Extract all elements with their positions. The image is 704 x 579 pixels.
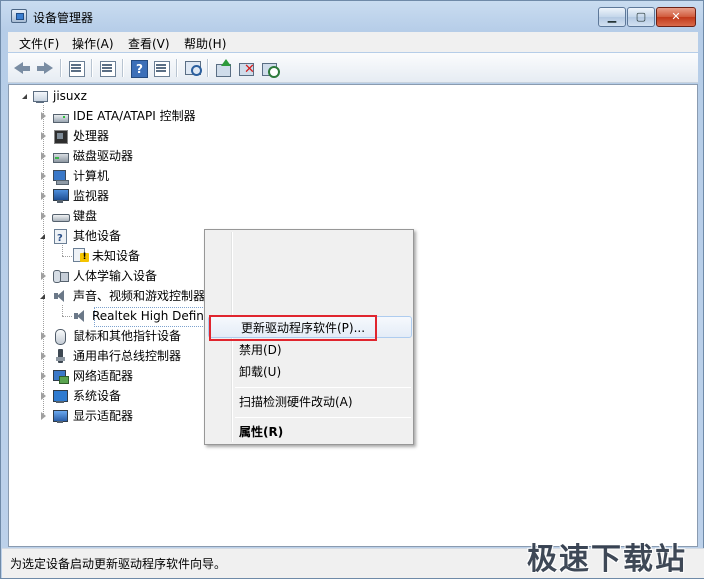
menu-separator [235,387,411,388]
tree-item-label: 人体学输入设备 [73,269,158,283]
ide-controller-icon [52,108,69,124]
hid-icon [52,268,69,284]
menu-item-label: 卸载(U) [239,365,282,379]
tree-item-ide[interactable]: IDE ATA/ATAPI 控制器 [9,106,689,126]
tree-item-label: 系统设备 [73,389,122,403]
menu-update-driver[interactable]: 更新驱动程序软件(P)... [208,315,412,341]
tree-item-label: 未知设备 [92,249,141,263]
tree-item-label: 显示适配器 [73,409,134,423]
window-title: 设备管理器 [33,11,94,25]
uninstall-icon[interactable] [236,58,256,78]
tree-item-label: 磁盘驱动器 [73,149,134,163]
collapsed-arrow-icon[interactable] [41,332,46,340]
menu-uninstall[interactable]: 卸载(U) [207,361,411,383]
menu-separator [235,417,411,418]
properties-icon[interactable] [66,58,86,78]
tree-item-monitor[interactable]: 监视器 [9,186,689,206]
minimize-button[interactable]: ▁ [598,7,626,27]
menu-disable[interactable]: 禁用(D) [207,339,411,361]
collapsed-arrow-icon[interactable] [41,412,46,420]
toolbar-separator [60,59,61,77]
back-icon[interactable] [12,58,32,78]
speaker-icon [72,308,88,324]
menu-item-label: 禁用(D) [239,343,282,357]
computer-icon [52,168,69,185]
toolbar-separator [207,59,208,77]
toolbar-separator [176,59,177,77]
tree-item-label: 键盘 [73,209,98,223]
tree-item-label: 通用串行总线控制器 [73,349,182,363]
usb-icon [52,348,68,364]
menu-view[interactable]: 查看(V) [128,35,170,52]
tree-item-computer[interactable]: 计算机 [9,166,689,186]
menu-properties[interactable]: 属性(R) [207,421,411,443]
collapsed-arrow-icon[interactable] [41,192,46,200]
collapsed-arrow-icon[interactable] [41,352,46,360]
network-adapter-icon [52,368,69,384]
system-devices-icon [52,388,68,404]
display-adapter-icon [52,408,68,424]
collapsed-arrow-icon[interactable] [41,172,46,180]
tree-item-label: 其他设备 [73,229,122,243]
tree-item-label: 计算机 [73,169,110,183]
collapsed-arrow-icon[interactable] [41,132,46,140]
list-icon[interactable] [97,58,117,78]
tree-item-label: 处理器 [73,129,110,143]
forward-icon[interactable] [35,58,55,78]
status-text: 为选定设备启动更新驱动程序软件向导。 [10,557,227,571]
tree-item-disk[interactable]: 磁盘驱动器 [9,146,689,166]
collapsed-arrow-icon[interactable] [41,112,46,120]
toolbar-separator [91,59,92,77]
tree-item-label: Realtek High Definiti [92,309,216,323]
close-button[interactable]: ✕ [656,7,696,27]
menu-bar: 文件(F) 操作(A) 查看(V) 帮助(H) [8,32,698,52]
context-menu: 更新驱动程序软件(P)... 禁用(D) 卸载(U) 扫描检测硬件改动(A) 属… [204,229,414,445]
view-icon[interactable] [151,58,171,78]
device-manager-app-icon [11,9,27,23]
title-bar[interactable]: 设备管理器 ▁ ▢ ✕ [1,1,703,31]
device-manager-window: 设备管理器 ▁ ▢ ✕ 文件(F) 操作(A) 查看(V) 帮助(H) ? ✕ … [0,0,704,579]
menu-item-label: 扫描检测硬件改动(A) [239,395,353,409]
expanded-arrow-icon[interactable] [40,234,45,239]
menu-help[interactable]: 帮助(H) [184,35,226,52]
disk-drive-icon [52,148,69,164]
menu-item-label: 属性(R) [239,425,284,439]
tree-item-label: 监视器 [73,189,110,203]
menu-file[interactable]: 文件(F) [19,35,59,52]
tree-item-label: 网络适配器 [73,369,134,383]
computer-root-icon [32,88,48,104]
scan-hardware-icon[interactable] [182,58,202,78]
toolbar-separator [122,59,123,77]
menu-scan-hardware[interactable]: 扫描检测硬件改动(A) [207,391,411,413]
keyboard-icon [52,208,70,224]
collapsed-arrow-icon[interactable] [41,152,46,160]
collapsed-arrow-icon[interactable] [41,392,46,400]
collapsed-arrow-icon[interactable] [41,372,46,380]
other-devices-icon [52,228,68,249]
tree-item-keyboard[interactable]: 键盘 [9,206,689,226]
expanded-arrow-icon[interactable] [22,94,27,99]
processor-icon [52,128,68,144]
tree-root-label: jisuxz [53,89,87,103]
collapsed-arrow-icon[interactable] [41,272,46,280]
enable-icon[interactable] [259,58,280,78]
watermark-logo: 极速下载站 [527,542,687,577]
tree-item-label: 鼠标和其他指针设备 [73,329,182,343]
tree-item-processor[interactable]: 处理器 [9,126,689,146]
menu-item-label: 更新驱动程序软件(P)... [241,321,366,335]
collapsed-arrow-icon[interactable] [41,212,46,220]
unknown-device-warning-icon [72,248,89,264]
sound-icon [52,288,68,304]
menu-action[interactable]: 操作(A) [72,35,114,52]
mouse-icon [52,328,68,345]
tree-item-label: 声音、视频和游戏控制器 [73,289,206,303]
update-driver-icon[interactable] [213,58,233,78]
expanded-arrow-icon[interactable] [40,294,45,299]
toolbar [8,53,698,83]
tree-item-label: IDE ATA/ATAPI 控制器 [73,109,196,123]
monitor-icon [52,188,69,204]
maximize-button[interactable]: ▢ [627,7,655,27]
help-icon[interactable] [128,58,148,78]
tree-root[interactable]: jisuxz [9,86,689,106]
